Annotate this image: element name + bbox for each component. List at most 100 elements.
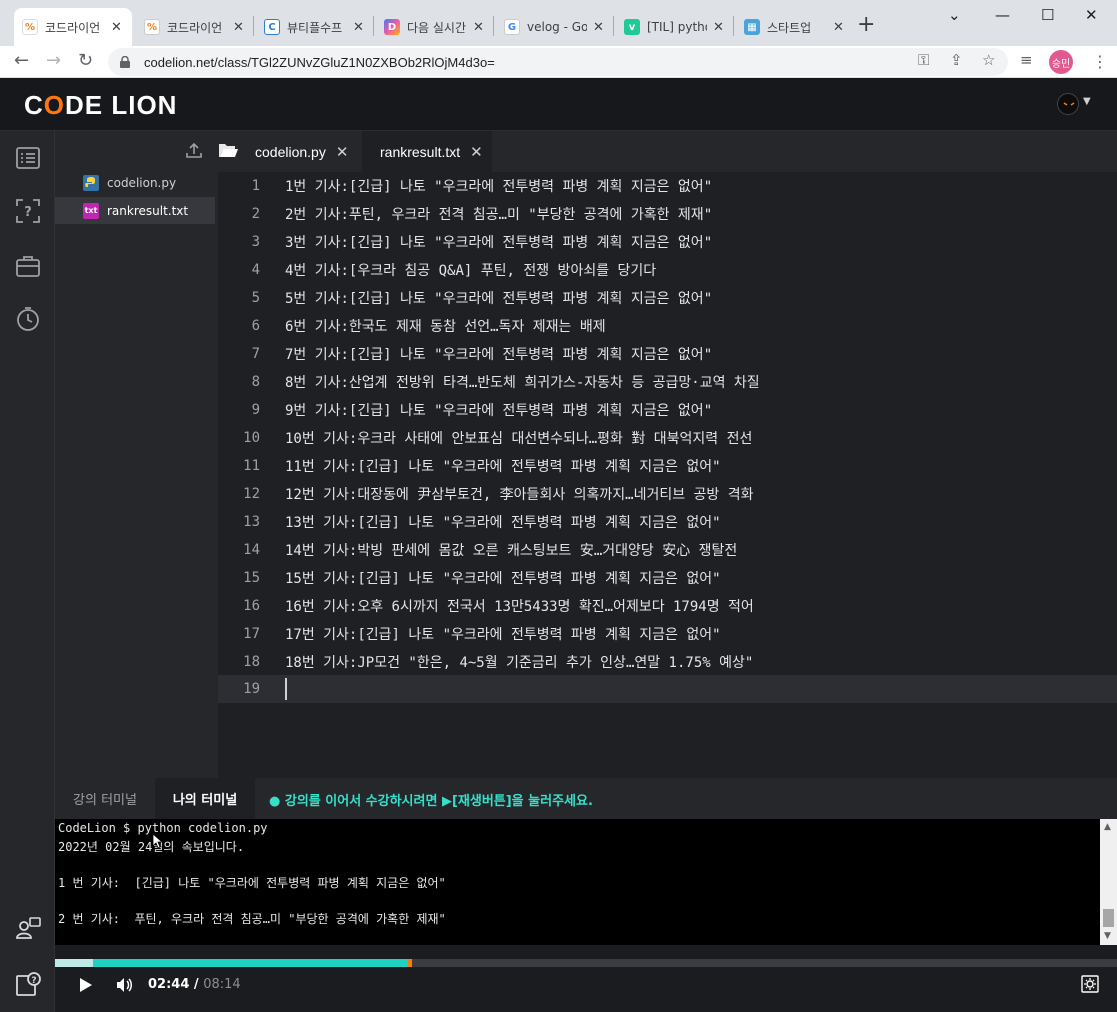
tab-divider <box>373 16 374 36</box>
tab-divider <box>253 16 254 36</box>
close-tab-icon[interactable]: ✕ <box>473 20 484 35</box>
code-line: 9 9번 기사:[긴급] 나토 "우크라에 전투병력 파병 계획 지금은 없어" <box>218 396 1117 424</box>
file-explorer: codelion.py txt rankresult.txt <box>55 131 218 779</box>
browser-tab[interactable]: % 코드라이언 ✕ <box>14 8 132 46</box>
tab-lecture-terminal[interactable]: 강의 터미널 <box>55 778 155 819</box>
key-icon[interactable]: ⚿ <box>918 51 929 69</box>
line-number: 18 <box>243 654 260 670</box>
tab-my-terminal[interactable]: 나의 터미널 <box>155 778 255 819</box>
profile-avatar[interactable]: 승민 <box>1049 50 1073 74</box>
tab-codelion-py[interactable]: codelion.py ✕ <box>240 131 362 172</box>
logo-text: C <box>24 90 44 120</box>
browser-tab-title: [TIL] pytho <box>647 20 707 34</box>
line-text: 10번 기사:우크라 사태에 안보표심 대선변수되나…평화 對 대북억지력 전선 <box>285 431 753 447</box>
help-book-icon[interactable]: ? <box>15 971 41 997</box>
back-icon[interactable]: ← <box>14 50 29 71</box>
line-text: 13번 기사:[긴급] 나토 "우크라에 전투병력 파병 계획 지금은 없어" <box>285 515 721 531</box>
code-editor[interactable]: 1 1번 기사:[긴급] 나토 "우크라에 전투병력 파병 계획 지금은 없어" … <box>218 172 1117 778</box>
text-caret <box>285 678 287 700</box>
google-icon: G <box>504 19 520 35</box>
browser-tab-strip: % 코드라이언 ✕ % 코드라이언 ✕ C 뷰티플수프 ✕ D 다음 실시간 ✕… <box>0 0 1117 46</box>
python-icon <box>83 174 99 191</box>
browser-tab[interactable]: D 다음 실시간 ✕ <box>376 8 494 46</box>
close-tab-icon[interactable]: ✕ <box>233 20 244 35</box>
file-item-codelion-py[interactable]: codelion.py <box>55 169 215 196</box>
curriculum-list-icon[interactable] <box>15 145 41 171</box>
editor-tab-bar: codelion.py ✕ rankresult.txt ✕ <box>218 131 1117 172</box>
profile-label: 승민 <box>1051 58 1071 70</box>
code-line: 2 2번 기사:푸틴, 우크라 전격 침공…미 "부당한 공격에 가혹한 제재" <box>218 200 1117 228</box>
reading-list-icon[interactable]: ≡ <box>1020 51 1033 69</box>
browser-tab[interactable]: % 코드라이언 ✕ <box>136 8 254 46</box>
close-tab-icon[interactable]: ✕ <box>713 20 724 35</box>
browser-tab[interactable]: v [TIL] pytho ✕ <box>616 8 734 46</box>
velog-icon: v <box>624 19 640 35</box>
tab-divider <box>733 16 734 36</box>
terminal-output[interactable]: CodeLion $ python codelion.py 2022년 02월 … <box>55 819 1100 945</box>
settings-gear-icon[interactable] <box>1081 975 1099 993</box>
mentor-chat-icon[interactable] <box>15 915 41 941</box>
code-line: 12 12번 기사:대장동에 尹삼부토건, 李아들회사 의혹까지…네거티브 공방 … <box>218 480 1117 508</box>
scroll-up-icon[interactable]: ▲ <box>1104 822 1111 832</box>
line-text: 14번 기사:박빙 판세에 몸값 오른 캐스팅보트 安…거대양당 安心 쟁탈전 <box>285 543 738 559</box>
close-tab-icon[interactable]: ✕ <box>833 20 844 35</box>
code-line: 7 7번 기사:[긴급] 나토 "우크라에 전투병력 파병 계획 지금은 없어" <box>218 340 1117 368</box>
browser-tab[interactable]: ▦ 스타트업 ✕ <box>736 8 854 46</box>
tab-rankresult-txt[interactable]: rankresult.txt ✕ <box>362 131 492 172</box>
tab-search-icon[interactable]: ⌄ <box>948 6 961 24</box>
code-line: 14 14번 기사:박빙 판세에 몸값 오른 캐스팅보트 安…거대양당 安心 쟁탈… <box>218 536 1117 564</box>
terminal-scrollbar[interactable]: ▲ ▼ <box>1100 819 1117 945</box>
close-tab-icon[interactable]: ✕ <box>593 20 604 35</box>
close-tab-icon[interactable]: ✕ <box>353 20 364 35</box>
progress-buffered-segment <box>55 959 93 967</box>
maximize-icon[interactable]: ☐ <box>1041 6 1054 24</box>
question-icon[interactable]: ? <box>15 198 41 224</box>
close-tab-icon[interactable]: ✕ <box>111 20 122 35</box>
line-text: 12번 기사:대장동에 尹삼부토건, 李아들회사 의혹까지…네거티브 공방 격화 <box>285 487 754 503</box>
browser-tab[interactable]: C 뷰티플수프 ✕ <box>256 8 374 46</box>
progress-marker[interactable] <box>408 959 412 967</box>
line-text: 6번 기사:한국도 제재 동참 선언…독자 제재는 배제 <box>285 319 606 335</box>
line-text: 7번 기사:[긴급] 나토 "우크라에 전투병력 파병 계획 지금은 없어" <box>285 347 713 363</box>
line-number: 4 <box>251 262 260 278</box>
briefcase-icon[interactable] <box>15 253 41 279</box>
scroll-thumb[interactable] <box>1103 909 1114 927</box>
folder-open-icon[interactable] <box>218 141 238 159</box>
browser-tab-title: 코드라이언 <box>167 20 223 35</box>
volume-icon[interactable] <box>115 976 133 994</box>
line-number: 17 <box>243 626 260 642</box>
line-number: 11 <box>243 458 260 474</box>
scroll-down-icon[interactable]: ▼ <box>1104 931 1111 941</box>
close-window-icon[interactable]: ✕ <box>1085 6 1098 24</box>
browser-tab[interactable]: G velog - Go ✕ <box>496 8 614 46</box>
code-line: 10 10번 기사:우크라 사태에 안보표심 대선변수되나…평화 對 대북억지력 … <box>218 424 1117 452</box>
timer-icon[interactable] <box>15 306 41 332</box>
minimize-icon[interactable]: — <box>995 6 1010 24</box>
play-icon[interactable] <box>79 977 93 993</box>
forward-icon[interactable]: → <box>46 50 61 71</box>
share-icon[interactable]: ⇪ <box>950 51 963 69</box>
time-separator: / <box>189 977 204 992</box>
new-tab-button[interactable]: + <box>857 13 875 37</box>
address-bar[interactable]: codelion.net/class/TGl2ZUNvZGluZ1N0ZXBOb… <box>108 48 1008 76</box>
file-item-rankresult-txt[interactable]: txt rankresult.txt <box>55 197 215 224</box>
total-time: 08:14 <box>203 977 241 992</box>
user-avatar[interactable] <box>1057 93 1079 115</box>
upload-icon[interactable] <box>185 141 203 159</box>
close-icon[interactable]: ✕ <box>336 143 349 161</box>
bookmark-star-icon[interactable]: ☆ <box>982 51 995 69</box>
reload-icon[interactable]: ↻ <box>78 50 93 71</box>
browser-menu-icon[interactable]: ⋮ <box>1092 52 1108 71</box>
browser-tab-title: 뷰티플수프 <box>287 20 343 35</box>
chevron-down-icon[interactable]: ▼ <box>1083 96 1091 107</box>
current-time: 02:44 <box>148 977 190 992</box>
tab-label: codelion.py <box>255 143 326 160</box>
url-text[interactable]: codelion.net/class/TGl2ZUNvZGluZ1N0ZXBOb… <box>144 55 495 70</box>
code-line: 11 11번 기사:[긴급] 나토 "우크라에 전투병력 파병 계획 지금은 없어… <box>218 452 1117 480</box>
line-text: 1번 기사:[긴급] 나토 "우크라에 전투병력 파병 계획 지금은 없어" <box>285 179 713 195</box>
codelion-logo[interactable]: CODE LION <box>24 90 177 121</box>
close-icon[interactable]: ✕ <box>470 143 483 161</box>
terminal-line: 2 번 기사: 푸틴, 우크라 전격 침공…미 "부당한 공격에 가혹한 제재" <box>58 912 446 926</box>
tab-label: rankresult.txt <box>380 143 461 160</box>
codelion-icon: % <box>144 19 160 35</box>
